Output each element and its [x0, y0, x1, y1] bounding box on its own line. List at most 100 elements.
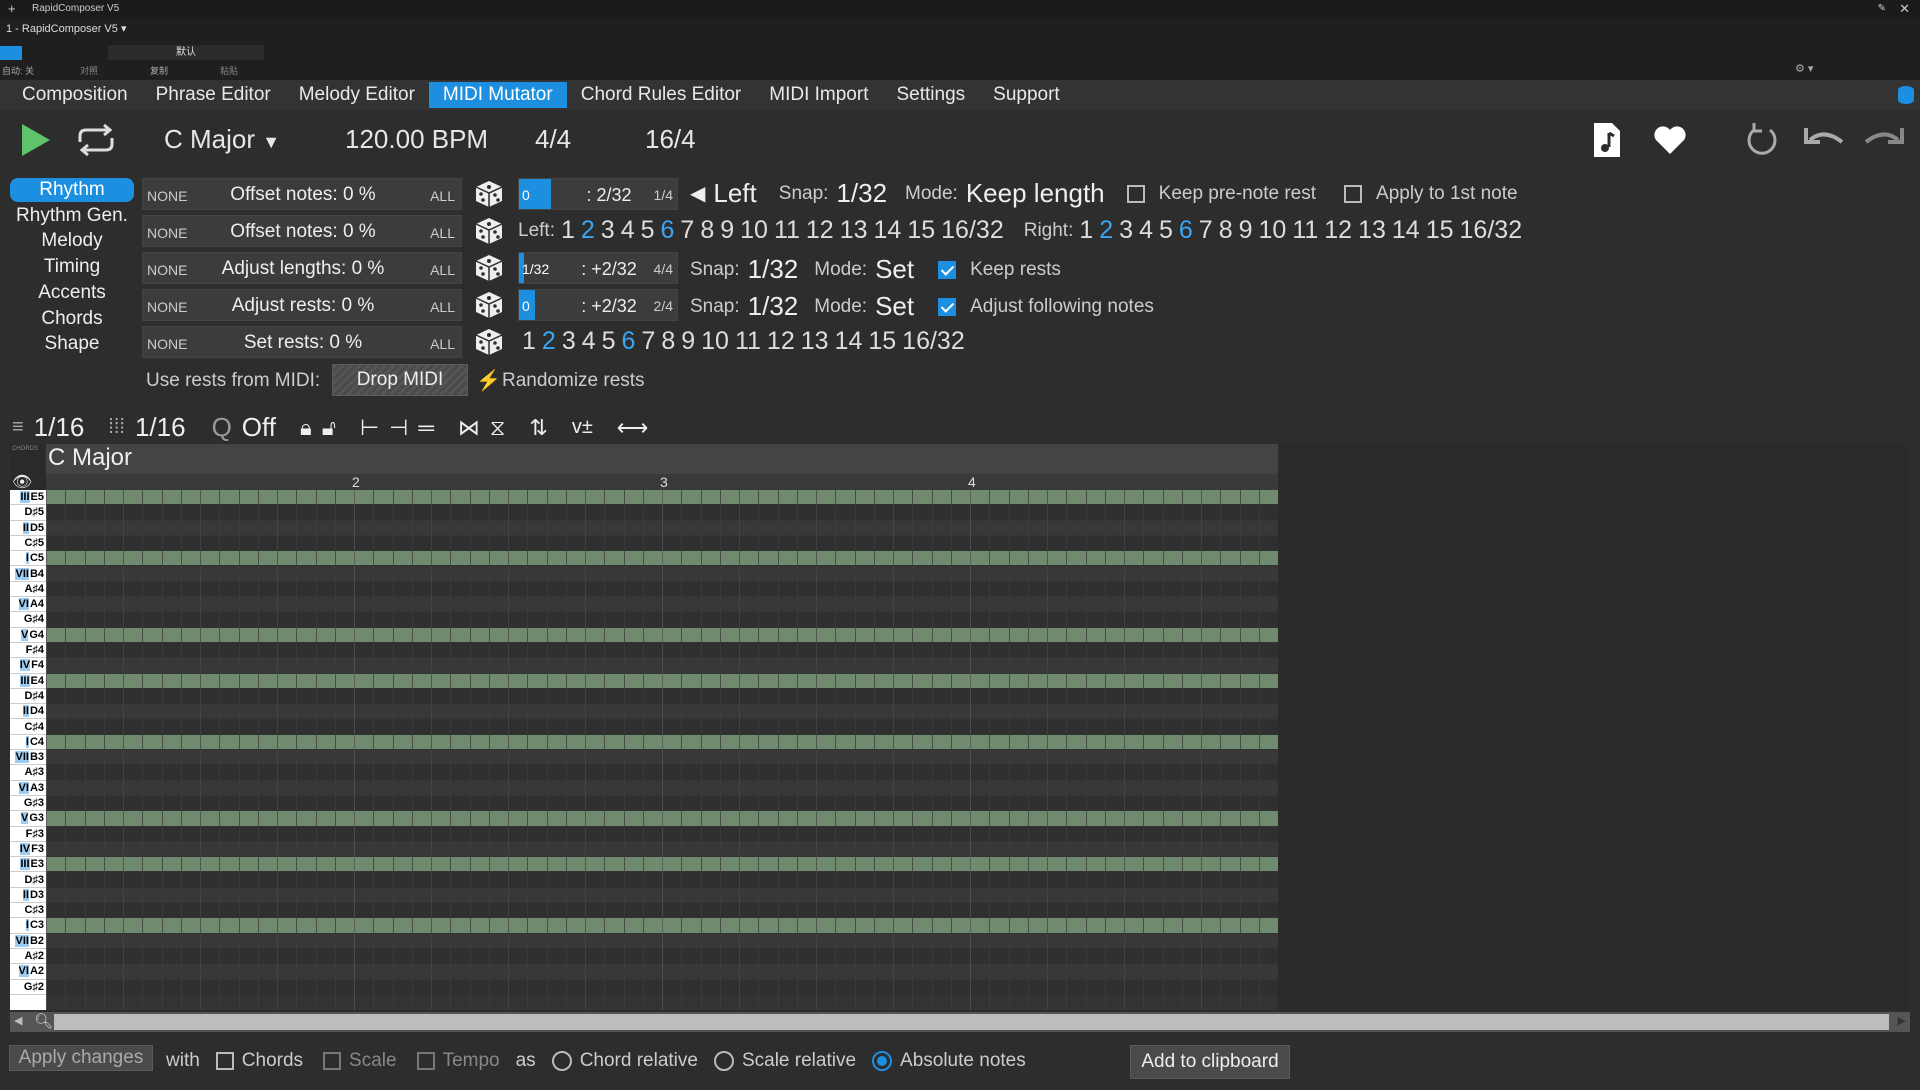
division-option[interactable]: 4 — [621, 216, 635, 244]
division-option[interactable]: 2 — [581, 216, 595, 244]
division-option[interactable]: 12 — [806, 216, 834, 244]
piano-key[interactable]: C♯5 — [10, 536, 46, 552]
zoom-icon[interactable]: 🔍︎ — [34, 1012, 53, 1030]
division-option[interactable]: 13 — [840, 216, 868, 244]
division-option[interactable]: 1 — [561, 216, 575, 244]
tempo-checkbox[interactable] — [416, 1052, 435, 1070]
all-button[interactable]: ALL — [430, 336, 455, 352]
sidebar-item[interactable]: Timing — [10, 255, 134, 279]
division-option[interactable]: 9 — [1239, 216, 1253, 244]
piano-key[interactable]: VIIB3 — [10, 750, 46, 766]
scale-relative-radio[interactable] — [713, 1051, 734, 1071]
piano-key[interactable]: IID3 — [10, 888, 46, 904]
piano-key[interactable]: G♯4 — [10, 612, 46, 628]
power-icon[interactable] — [0, 46, 22, 60]
mutator-slider[interactable]: NONE Offset notes: 0 % ALL — [142, 215, 462, 247]
piano-key[interactable]: A♯4 — [10, 582, 46, 598]
piano-key[interactable]: G♯3 — [10, 796, 46, 812]
piano-key[interactable]: VG4 — [10, 628, 46, 643]
all-button[interactable]: ALL — [430, 262, 455, 278]
piano-key[interactable]: A♯3 — [10, 765, 46, 781]
keep-rests-checkbox[interactable] — [938, 260, 957, 279]
keep-pre-note-checkbox[interactable] — [1126, 184, 1145, 203]
division-option[interactable]: 8 — [1219, 216, 1233, 244]
add-to-clipboard-button[interactable]: Add to clipboard — [1130, 1045, 1290, 1079]
menu-item[interactable]: Settings — [882, 82, 979, 108]
scroll-left-icon[interactable]: ◀ — [14, 1014, 22, 1027]
absolute-notes-radio[interactable] — [872, 1051, 893, 1071]
snap-value[interactable]: 1/32 — [748, 291, 799, 322]
division-option[interactable]: 3 — [562, 327, 576, 355]
stretch-icon[interactable]: ⟷ — [617, 415, 649, 441]
direction-value[interactable]: Left — [713, 178, 756, 209]
piano-key[interactable]: A♯2 — [10, 949, 46, 965]
paste-button[interactable]: 粘贴 — [220, 64, 238, 77]
menu-item[interactable]: Composition — [8, 82, 142, 108]
pin-icon[interactable]: ✎ — [1878, 0, 1886, 18]
none-button[interactable]: NONE — [147, 188, 187, 204]
division-option[interactable]: 2 — [542, 327, 556, 355]
dice-icon[interactable] — [474, 179, 504, 209]
horizontal-scrollbar[interactable]: ◀ 🔍︎ ▶ — [10, 1012, 1910, 1032]
division-option[interactable]: 9 — [681, 327, 695, 355]
apply-changes-button[interactable]: Apply changes — [9, 1045, 153, 1071]
sidebar-item[interactable]: Melody — [10, 229, 134, 253]
mutator-slider[interactable]: NONE Adjust lengths: 0 % ALL — [142, 252, 462, 284]
redo-icon[interactable] — [1862, 124, 1906, 159]
arrow-left-icon[interactable]: ◀ — [690, 181, 705, 206]
division-option[interactable]: 14 — [1392, 216, 1420, 244]
none-button[interactable]: NONE — [147, 336, 187, 352]
timeline-ruler[interactable]: 2 3 4 — [46, 474, 1278, 490]
quantize-value[interactable]: Off — [242, 412, 276, 443]
dice-icon[interactable] — [474, 253, 504, 283]
piano-key[interactable]: F♯3 — [10, 827, 46, 842]
piano-key[interactable]: VIA2 — [10, 964, 46, 980]
division-option[interactable]: 6 — [622, 327, 636, 355]
piano-key[interactable]: IC5 — [10, 551, 46, 567]
division-option[interactable]: 16/32 — [1460, 216, 1523, 244]
add-icon[interactable]: + — [8, 0, 16, 18]
sidebar-item[interactable]: Accents — [10, 281, 134, 305]
snap-value[interactable]: 1/32 — [748, 254, 799, 285]
mode-value[interactable]: Set — [875, 291, 914, 322]
copy-button[interactable]: 复制 — [150, 64, 168, 77]
division-option[interactable]: 11 — [735, 327, 761, 355]
sidebar-item[interactable]: Chords — [10, 307, 134, 331]
division-option[interactable]: 5 — [602, 327, 616, 355]
piano-key[interactable]: IIIE4 — [10, 674, 46, 689]
division-option[interactable]: 11 — [774, 216, 800, 244]
division-option[interactable]: 6 — [1179, 216, 1193, 244]
scrollbar-thumb[interactable] — [54, 1014, 1889, 1030]
dice-icon[interactable] — [474, 327, 504, 357]
piano-key[interactable]: IID4 — [10, 704, 46, 720]
sidebar-item[interactable]: Rhythm Gen. — [10, 204, 134, 228]
division-option[interactable]: 14 — [835, 327, 863, 355]
compare-button[interactable]: 对照 — [80, 64, 98, 77]
division-option[interactable]: 6 — [661, 216, 675, 244]
division-option[interactable]: 12 — [1324, 216, 1352, 244]
menu-item[interactable]: Chord Rules Editor — [567, 82, 756, 108]
division-option[interactable]: 3 — [601, 216, 615, 244]
mirror-vertical-icon[interactable]: ⧖ — [490, 415, 505, 441]
division-option[interactable]: 15 — [1426, 216, 1454, 244]
loop-icon[interactable] — [74, 123, 118, 157]
division-option[interactable]: 3 — [1119, 216, 1133, 244]
reset-icon[interactable] — [1744, 120, 1780, 165]
none-button[interactable]: NONE — [147, 299, 187, 315]
chords-checkbox[interactable] — [215, 1052, 234, 1070]
division-option[interactable]: 15 — [907, 216, 935, 244]
piano-key[interactable]: D♯5 — [10, 505, 46, 521]
chord-relative-radio[interactable] — [551, 1051, 572, 1071]
piano-key[interactable]: VIIB2 — [10, 934, 46, 949]
eye-icon[interactable]: 👁︎ — [12, 472, 32, 492]
scroll-right-icon[interactable]: ▶ — [1898, 1014, 1906, 1027]
division-option[interactable]: 1 — [522, 327, 536, 355]
division-option[interactable]: 4 — [582, 327, 596, 355]
all-button[interactable]: ALL — [430, 299, 455, 315]
database-icon[interactable] — [1898, 86, 1914, 104]
none-button[interactable]: NONE — [147, 262, 187, 278]
division-option[interactable]: 7 — [641, 327, 655, 355]
division-option[interactable]: 13 — [1358, 216, 1386, 244]
division-option[interactable]: 14 — [874, 216, 902, 244]
all-button[interactable]: ALL — [430, 225, 455, 241]
